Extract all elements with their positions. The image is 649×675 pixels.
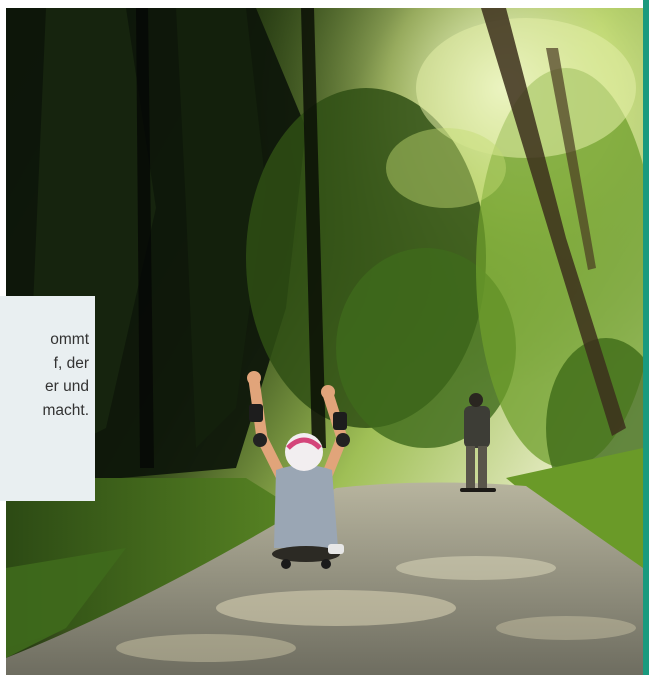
caption-box: ommt f, der er und macht. bbox=[0, 296, 95, 501]
caption-line: ommt bbox=[50, 331, 89, 348]
caption-line: f, der bbox=[53, 354, 89, 372]
accent-bar bbox=[643, 0, 649, 675]
caption-text: ommt f, der er und macht. bbox=[0, 328, 89, 422]
forest-photo bbox=[6, 8, 643, 675]
caption-line: macht. bbox=[42, 401, 89, 419]
caption-line: er und bbox=[45, 378, 89, 395]
